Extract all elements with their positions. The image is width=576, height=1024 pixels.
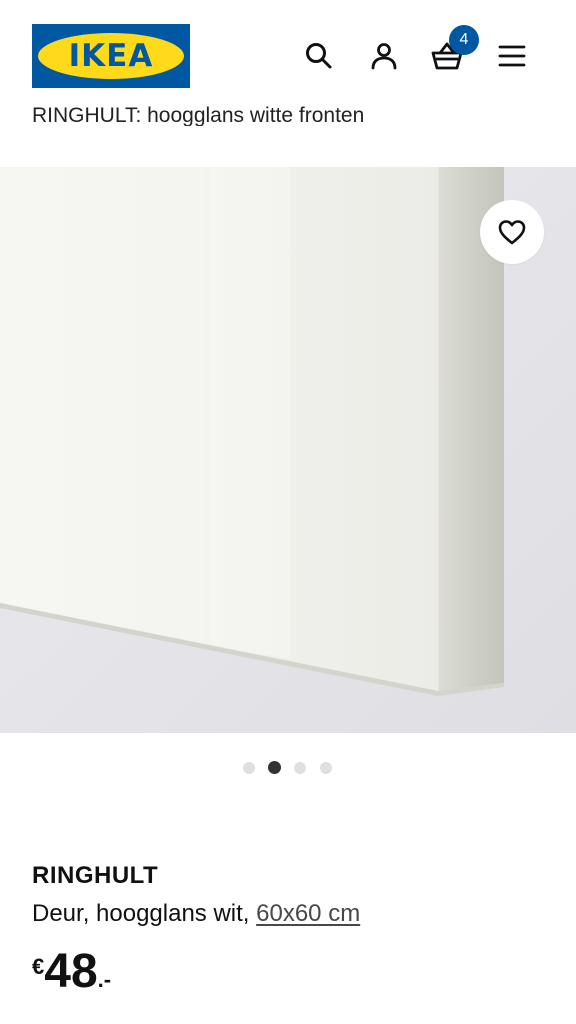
price-decimals: .- [97, 967, 112, 992]
pagination-dot-active[interactable] [268, 761, 281, 774]
ikea-logo[interactable]: IKEA ® [32, 24, 190, 88]
price-amount: 48 [44, 945, 98, 998]
product-description: Deur, hoogglans wit, 60x60 cm [32, 900, 360, 928]
collection-subtitle: RINGHULT: hoogglans witte fronten [0, 100, 576, 126]
menu-icon [498, 45, 526, 67]
logo-text: IKEA [68, 38, 154, 74]
price-currency: € [32, 954, 45, 979]
product-size-link[interactable]: 60x60 cm [256, 900, 360, 927]
product-description-text: Deur, hoogglans wit, [32, 900, 250, 927]
menu-button[interactable] [492, 36, 532, 76]
search-button[interactable] [299, 36, 339, 76]
collection-subtitle-text: RINGHULT: hoogglans witte fronten [32, 104, 365, 126]
pagination-dot[interactable] [243, 762, 255, 774]
logo-registered-mark: ® [174, 40, 181, 48]
favourite-button[interactable] [480, 200, 544, 264]
product-price: €48.- [32, 944, 111, 999]
search-icon [306, 43, 332, 69]
account-icon [371, 43, 397, 70]
account-button[interactable] [364, 36, 404, 76]
heart-icon [498, 220, 526, 245]
site-header: IKEA ® 4 [0, 0, 576, 100]
pagination-dot[interactable] [294, 762, 306, 774]
cart-count-badge: 4 [449, 25, 479, 55]
product-name: RINGHULT [32, 862, 159, 889]
pagination-dot[interactable] [320, 762, 332, 774]
image-pagination [0, 760, 576, 776]
product-page: IKEA ® 4 RINGHULT: hoogglans witte front… [0, 0, 576, 1024]
